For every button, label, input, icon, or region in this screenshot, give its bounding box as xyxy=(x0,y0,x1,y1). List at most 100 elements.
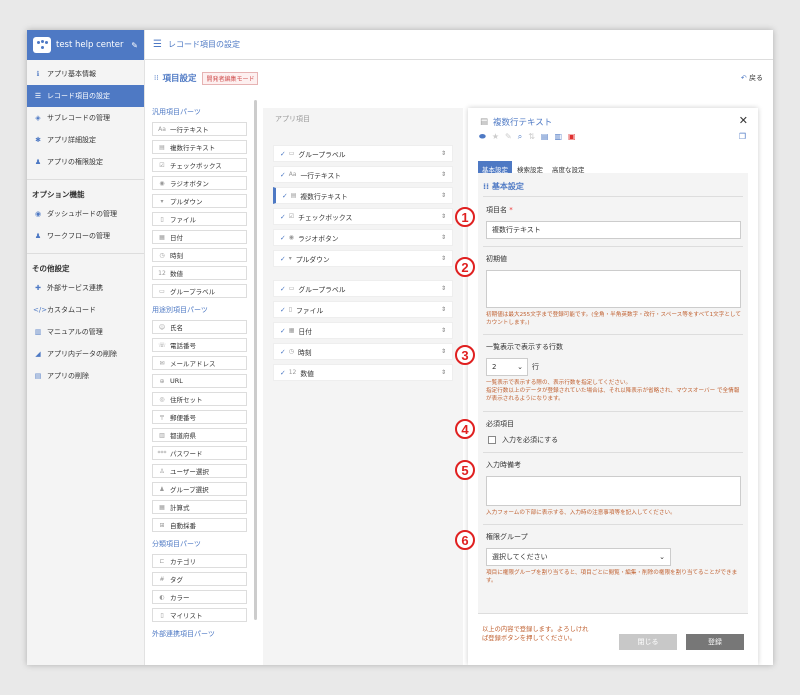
part-item[interactable]: ⊞ 自動採番 xyxy=(152,518,247,532)
part-label: マイリスト xyxy=(170,612,203,620)
sidebar-item-external[interactable]: ✚ 外部サービス連携 xyxy=(27,277,144,299)
sidebar-item-manual[interactable]: ▥ マニュアルの管理 xyxy=(27,321,144,343)
required-checkbox-row[interactable]: 入力を必須にする xyxy=(488,435,743,445)
trash-icon[interactable]: ▣ xyxy=(568,132,576,142)
field-row[interactable]: ✓ ☑ チェックボックス ⇕ xyxy=(273,208,453,225)
field-row[interactable]: ✓ 12 数値 ⇕ xyxy=(273,364,453,381)
field-row[interactable]: ✓ ▯ ファイル ⇕ xyxy=(273,301,453,318)
sidebar-item-app-detail[interactable]: ✱ アプリ詳細設定 xyxy=(27,129,144,151)
sort-arrows-icon[interactable]: ⇕ xyxy=(441,285,446,292)
part-item[interactable]: *** パスワード xyxy=(152,446,247,460)
required-mark: * xyxy=(507,206,513,214)
sidebar-item-subrecords[interactable]: ◈ サブレコードの管理 xyxy=(27,107,144,129)
sidebar-item-record-fields[interactable]: ☰ レコード項目の設定 xyxy=(27,85,144,107)
part-item[interactable]: ▦ 日付 xyxy=(152,230,247,244)
sidebar-item-custom-code[interactable]: </> カスタムコード xyxy=(27,299,144,321)
rows-select[interactable]: 2 ⌄ xyxy=(486,358,528,377)
part-item[interactable]: ◉ ラジオボタン xyxy=(152,176,247,190)
sort-arrows-icon[interactable]: ⇕ xyxy=(441,192,446,199)
check-icon: ✓ xyxy=(280,326,286,335)
required-checkbox[interactable] xyxy=(488,435,496,444)
sort-arrows-icon[interactable]: ⇕ xyxy=(441,306,446,313)
field-row[interactable]: ✓ ▭ グループラベル ⇕ xyxy=(273,145,453,162)
table-icon[interactable]: ▤ xyxy=(541,132,549,142)
back-button[interactable]: ↶ 戻る xyxy=(741,73,763,83)
part-item[interactable]: ✉ メールアドレス xyxy=(152,356,247,370)
part-item[interactable]: ▤ 複数行テキスト xyxy=(152,140,247,154)
toggle-icon[interactable]: ⬬ xyxy=(479,132,486,142)
memo-textarea[interactable] xyxy=(486,475,741,506)
name-label-text: 項目名 xyxy=(486,206,507,214)
part-item[interactable]: ♙ ユーザー選択 xyxy=(152,464,247,478)
field-row[interactable]: ✓ ◷ 時刻 ⇕ xyxy=(273,343,453,360)
part-item[interactable]: ☑ チェックボックス xyxy=(152,158,247,172)
field-row-selected[interactable]: ✓ ▤ 複数行テキスト ⇕ xyxy=(273,187,453,204)
part-label: 自動採番 xyxy=(170,522,196,530)
part-item[interactable]: ▯ ファイル xyxy=(152,212,247,226)
sidebar-item-dashboard[interactable]: ◉ ダッシュボードの管理 xyxy=(27,203,144,225)
pin-icon[interactable]: ✎ xyxy=(505,132,512,142)
part-item[interactable]: 〒郵便番号 xyxy=(152,410,247,424)
part-item[interactable]: Aa 一行テキスト xyxy=(152,122,247,136)
part-item[interactable]: ◐ カラー xyxy=(152,590,247,604)
sort-arrows-icon[interactable]: ⇕ xyxy=(441,255,446,262)
sidebar-title: test help center xyxy=(56,40,124,50)
part-item[interactable]: ⊕ URL xyxy=(152,374,247,388)
field-row[interactable]: ✓ ◉ ラジオボタン ⇕ xyxy=(273,229,453,246)
star-icon[interactable]: ★ xyxy=(492,132,499,142)
part-item[interactable]: ▥ 都道府県 xyxy=(152,428,247,442)
permission-group-select[interactable]: 選択してください ⌄ xyxy=(486,547,671,566)
permission-note: 項目に権限グループを割り当てると、項目ごとに閲覧・編集・削除の権限を割り当てるこ… xyxy=(486,569,738,584)
book-icon: ▥ xyxy=(34,328,42,336)
part-item[interactable]: ♟ グループ選択 xyxy=(152,482,247,496)
default-value-textarea[interactable] xyxy=(486,270,741,308)
field-label: 時刻 xyxy=(297,348,312,357)
field-label: プルダウン xyxy=(295,255,330,264)
part-item[interactable]: ▯ マイリスト xyxy=(152,608,247,622)
sort-arrows-icon[interactable]: ⇕ xyxy=(441,327,446,334)
field-label: ラジオボタン xyxy=(297,234,339,243)
search-icon[interactable]: ⌕ xyxy=(518,132,522,142)
part-label: 数値 xyxy=(170,270,183,278)
field-row[interactable]: ✓ ▦ 日付 ⇕ xyxy=(273,322,453,339)
parts-scrollbar[interactable] xyxy=(254,100,257,620)
columns-icon[interactable]: ▥ xyxy=(554,132,562,142)
sidebar-item-app-info[interactable]: ℹ アプリ基本情報 xyxy=(27,63,144,85)
part-item[interactable]: ⊏ カテゴリ xyxy=(152,554,247,568)
postal-icon: 〒 xyxy=(158,414,165,422)
memo-note: 入力フォームの下部に表示する、入力時の注意事項等を記入してください。 xyxy=(486,509,676,516)
part-item[interactable]: # タグ xyxy=(152,572,247,586)
tag-icon: # xyxy=(159,575,165,583)
pin-icon[interactable]: ✎ xyxy=(131,41,138,50)
part-item[interactable]: 12 数値 xyxy=(152,266,247,280)
part-item[interactable]: ◷ 時刻 xyxy=(152,248,247,262)
field-row[interactable]: ✓ ▾ プルダウン ⇕ xyxy=(273,250,453,267)
sidebar-item-permissions[interactable]: ♟ アプリの権限設定 xyxy=(27,151,144,173)
sort-arrows-icon[interactable]: ⇕ xyxy=(441,150,446,157)
sidebar-item-delete-app[interactable]: ▤ アプリの削除 xyxy=(27,365,144,387)
close-button[interactable]: 閉じる xyxy=(619,634,677,650)
sidebar-item-delete-data[interactable]: ◢ アプリ内データの削除 xyxy=(27,343,144,365)
part-item[interactable]: ▭ グループラベル xyxy=(152,284,247,298)
sort-arrows-icon[interactable]: ⇕ xyxy=(441,213,446,220)
sort-icon[interactable]: ⇅ xyxy=(528,132,535,142)
part-label: 一行テキスト xyxy=(170,126,209,134)
part-label: カラー xyxy=(170,594,190,602)
sort-arrows-icon[interactable]: ⇕ xyxy=(441,348,446,355)
field-name-input[interactable]: 複数行テキスト xyxy=(486,221,741,239)
part-item[interactable]: ◎ 住所セット xyxy=(152,392,247,406)
part-item[interactable]: ☺ 氏名 xyxy=(152,320,247,334)
sidebar-item-workflow[interactable]: ♟ ワークフローの管理 xyxy=(27,225,144,247)
register-button[interactable]: 登録 xyxy=(686,634,744,650)
field-row[interactable]: ✓ ▭ グループラベル ⇕ xyxy=(273,280,453,297)
sort-arrows-icon[interactable]: ⇕ xyxy=(441,234,446,241)
part-item[interactable]: ▾ プルダウン xyxy=(152,194,247,208)
divider xyxy=(483,334,743,336)
part-item[interactable]: ▦ 計算式 xyxy=(152,500,247,514)
copy-icon[interactable]: ❐ xyxy=(739,132,746,141)
sort-arrows-icon[interactable]: ⇕ xyxy=(441,171,446,178)
sort-arrows-icon[interactable]: ⇕ xyxy=(441,369,446,376)
field-row[interactable]: ✓ Aa 一行テキスト ⇕ xyxy=(273,166,453,183)
close-icon[interactable]: ✕ xyxy=(739,114,748,127)
part-item[interactable]: ☏ 電話番号 xyxy=(152,338,247,352)
